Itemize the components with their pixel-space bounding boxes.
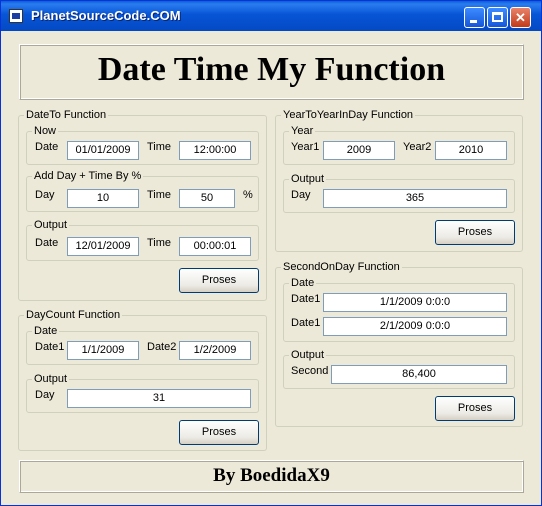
header-panel: Date Time My Function <box>19 44 524 100</box>
footer-panel: By BoedidaX9 <box>19 460 524 493</box>
window-title: PlanetSourceCode.COM <box>31 8 181 23</box>
yeartoyear-proses-button[interactable]: Proses <box>435 220 515 245</box>
yeartoyear-output-legend: Output <box>291 173 325 185</box>
secondonday-output-legend: Output <box>291 349 325 361</box>
secondonday-output-second-label: Second <box>291 365 329 377</box>
minimize-icon <box>470 20 477 23</box>
dateto-now-time-field[interactable]: 12:00:00 <box>179 141 251 160</box>
page-title: Date Time My Function <box>97 51 446 88</box>
yeartoyear-year1-label: Year1 <box>291 141 320 153</box>
secondonday-legend: SecondOnDay Function <box>283 261 400 273</box>
daycount-proses-button[interactable]: Proses <box>179 420 259 445</box>
daycount-date1-field[interactable]: 1/1/2009 <box>67 341 139 360</box>
dateto-add-day-label: Day <box>35 189 55 201</box>
dateto-add-time-label: Time <box>147 189 172 201</box>
daycount-output-day-label: Day <box>35 389 55 401</box>
yeartoyear-output-day-label: Day <box>291 189 311 201</box>
yeartoyear-output-day-field[interactable]: 365 <box>323 189 507 208</box>
dateto-now-legend: Now <box>34 125 57 137</box>
dateto-now-date-label: Date <box>35 141 59 153</box>
dateto-output-legend: Output <box>34 219 68 231</box>
daycount-date2-field[interactable]: 1/2/2009 <box>179 341 251 360</box>
yeartoyear-year2-label: Year2 <box>403 141 432 153</box>
secondonday-proses-button[interactable]: Proses <box>435 396 515 421</box>
daycount-legend: DayCount Function <box>26 309 121 321</box>
yeartoyear-year2-field[interactable]: 2010 <box>435 141 507 160</box>
secondonday-date2-label: Date1 <box>291 317 321 329</box>
dateto-output-date-label: Date <box>35 237 59 249</box>
app-icon[interactable] <box>9 9 23 23</box>
main-window: PlanetSourceCode.COM ✕ Date Time My Func… <box>0 0 542 506</box>
close-icon: ✕ <box>515 10 526 25</box>
dateto-proses-button[interactable]: Proses <box>179 268 259 293</box>
daycount-date1-label: Date1 <box>35 341 65 353</box>
daycount-date-legend: Date <box>34 325 58 337</box>
dateto-legend: DateTo Function <box>26 109 107 121</box>
maximize-button[interactable] <box>487 7 508 28</box>
secondonday-output-second-field[interactable]: 86,400 <box>331 365 507 384</box>
dateto-add-day-field[interactable]: 10 <box>67 189 139 208</box>
daycount-output-day-field[interactable]: 31 <box>67 389 251 408</box>
dateto-output-time-field[interactable]: 00:00:01 <box>179 237 251 256</box>
yeartoyear-year-legend: Year <box>291 125 314 137</box>
author-label: By BoedidaX9 <box>213 465 330 486</box>
secondonday-date1-field[interactable]: 1/1/2009 0:0:0 <box>323 293 507 312</box>
secondonday-date1-label: Date1 <box>291 293 321 305</box>
title-bar[interactable]: PlanetSourceCode.COM ✕ <box>1 1 541 31</box>
daycount-date2-label: Date2 <box>147 341 177 353</box>
dateto-add-legend: Add Day + Time By % <box>34 170 142 182</box>
dateto-add-time-field[interactable]: 50 <box>179 189 235 208</box>
dateto-now-time-label: Time <box>147 141 172 153</box>
dateto-output-time-label: Time <box>147 237 172 249</box>
yeartoyear-legend: YearToYearInDay Function <box>283 109 414 121</box>
dateto-add-percent-label: % <box>243 189 253 201</box>
minimize-button[interactable] <box>464 7 485 28</box>
dateto-output-date-field[interactable]: 12/01/2009 <box>67 237 139 256</box>
secondonday-date2-field[interactable]: 2/1/2009 0:0:0 <box>323 317 507 336</box>
maximize-icon <box>492 12 503 22</box>
secondonday-date-legend: Date <box>291 277 315 289</box>
yeartoyear-year1-field[interactable]: 2009 <box>323 141 395 160</box>
dateto-now-date-field[interactable]: 01/01/2009 <box>67 141 139 160</box>
daycount-output-legend: Output <box>34 373 68 385</box>
close-button[interactable]: ✕ <box>510 7 531 28</box>
